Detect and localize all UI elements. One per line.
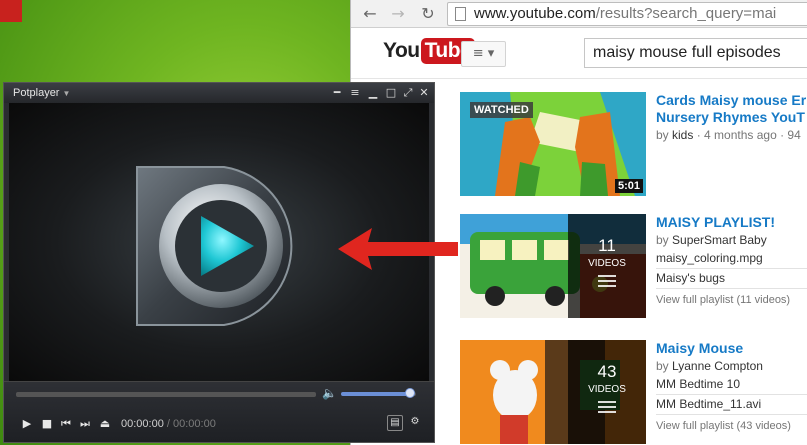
maximize-icon[interactable]: □	[384, 86, 398, 100]
result-byline: by SuperSmart Baby	[656, 233, 767, 247]
playlist-item[interactable]: maisy_coloring.mpg	[656, 249, 807, 269]
search-result-playlist[interactable]: 11 VIDEOS MAISY PLAYLIST! by SuperSmart …	[460, 214, 807, 320]
stop-icon[interactable]: ■	[40, 417, 54, 431]
gear-icon[interactable]: ⚙	[407, 415, 423, 431]
forward-icon[interactable]: →	[387, 3, 409, 25]
chevron-down-icon: ▼	[62, 89, 71, 98]
playlist-item[interactable]: MM Bedtime 10	[656, 375, 807, 395]
view-full-playlist-link[interactable]: View full playlist (11 videos)	[656, 291, 807, 309]
result-title[interactable]: MAISY PLAYLIST!	[656, 214, 807, 231]
playlist-thumbnail[interactable]: 43 VIDEOS	[460, 340, 646, 444]
minimize-icon[interactable]: ▁	[366, 86, 380, 100]
player-name: Potplayer	[13, 87, 60, 99]
total-duration: 00:00:00	[173, 418, 216, 430]
player-titlebar[interactable]: Potplayer ▼ ━ ≡ ▁ □ ⤢ ✕	[4, 83, 434, 103]
playlist-overlay: 43 VIDEOS	[568, 340, 646, 444]
desktop-icon-fragment	[0, 0, 22, 22]
time-separator: /	[166, 418, 170, 430]
url-path: /results?search_query=mai	[595, 5, 777, 22]
fullscreen-icon[interactable]: ⤢	[401, 86, 415, 100]
view-full-playlist-link[interactable]: View full playlist (43 videos)	[656, 417, 807, 435]
playlist-count-label: VIDEOS	[588, 384, 626, 395]
search-result-playlist[interactable]: 43 VIDEOS Maisy Mouse by Lyanne Compton …	[460, 340, 807, 445]
youtube-header: You Tube ≡ ▾ maisy mouse full episodes	[351, 29, 807, 79]
skin-icon[interactable]: ━	[330, 86, 344, 100]
reload-icon[interactable]: ↻	[417, 3, 439, 25]
video-thumbnail[interactable]: WATCHED 5:01	[460, 92, 646, 196]
next-icon[interactable]: ⏭	[78, 417, 92, 431]
pin-icon[interactable]: ≡	[348, 86, 362, 100]
page-icon	[455, 7, 466, 21]
previous-icon[interactable]: ⏮	[59, 417, 73, 431]
playlist-count: 43	[597, 362, 617, 381]
playlist-item[interactable]: Maisy's bugs	[656, 269, 807, 289]
playlist-icon	[598, 275, 616, 287]
result-meta: Cards Maisy mouse Er Nursery Rhymes YouT…	[656, 92, 807, 144]
channel-name[interactable]: Lyanne Compton	[672, 359, 763, 373]
result-title[interactable]: Maisy Mouse	[656, 340, 807, 357]
playlist-icon[interactable]: ▤	[387, 415, 403, 431]
close-icon[interactable]: ✕	[417, 86, 431, 100]
playlist-icon	[598, 401, 616, 413]
result-meta: MAISY PLAYLIST! by SuperSmart Baby maisy…	[656, 214, 807, 309]
result-meta: Maisy Mouse by Lyanne Compton MM Bedtime…	[656, 340, 807, 435]
playlist-overlay: 11 VIDEOS	[568, 214, 646, 318]
volume-icon[interactable]: 🔈	[322, 386, 337, 400]
seek-bar[interactable]	[16, 392, 316, 397]
player-menu-button[interactable]: Potplayer ▼	[13, 87, 70, 99]
search-input[interactable]: maisy mouse full episodes	[584, 38, 807, 68]
potplayer-logo-icon	[136, 166, 293, 326]
guide-menu-button[interactable]: ≡ ▾	[461, 41, 506, 67]
result-title-line2[interactable]: Nursery Rhymes YouT	[656, 109, 807, 126]
upload-age: 4 months ago	[704, 128, 777, 142]
logo-you: You	[383, 39, 420, 62]
watched-badge: WATCHED	[470, 102, 533, 118]
play-icon[interactable]: ▶	[20, 417, 34, 431]
channel-name[interactable]: kids	[672, 128, 693, 142]
volume-handle[interactable]	[405, 388, 415, 398]
playlist-count: 11	[598, 236, 616, 255]
result-title[interactable]: Cards Maisy mouse Er	[656, 92, 807, 109]
playlist-item[interactable]: MM Bedtime_11.avi	[656, 395, 807, 415]
url-host: www.youtube.com	[474, 5, 596, 22]
back-icon[interactable]: ←	[359, 3, 381, 25]
time-readout: 00:00:00 / 00:00:00	[121, 417, 216, 431]
current-time: 00:00:00	[121, 418, 164, 430]
player-controls: 🔈 ▶ ■ ⏮ ⏭ ⏏ 00:00:00 / 00:00:00 ▤ ⚙	[4, 381, 434, 442]
result-byline: by kids · 4 months ago · 94	[656, 128, 801, 142]
red-arrow-annotation	[338, 228, 458, 270]
browser-toolbar: ← → ↻ www.youtube.com/results?search_que…	[351, 0, 807, 28]
channel-name[interactable]: SuperSmart Baby	[672, 233, 767, 247]
playlist-count-label: VIDEOS	[588, 258, 626, 269]
playlist-thumbnail[interactable]: 11 VIDEOS	[460, 214, 646, 318]
duration-badge: 5:01	[614, 179, 643, 193]
eject-icon[interactable]: ⏏	[98, 417, 112, 431]
address-bar[interactable]: www.youtube.com/results?search_query=mai	[447, 2, 807, 26]
search-result-video[interactable]: WATCHED 5:01 Cards Maisy mouse Er Nurser…	[460, 92, 807, 198]
view-count: 94	[787, 128, 801, 142]
result-byline: by Lyanne Compton	[656, 359, 763, 373]
